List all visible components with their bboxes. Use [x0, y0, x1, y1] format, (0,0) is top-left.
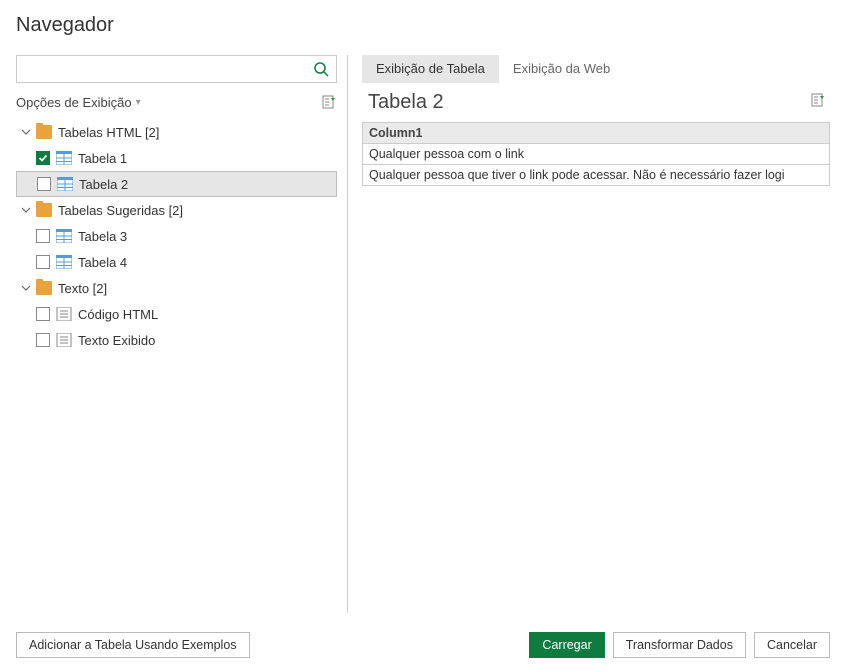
load-button[interactable]: Carregar: [529, 632, 604, 658]
search-icon[interactable]: [306, 56, 336, 82]
expander-icon: [20, 204, 32, 216]
table-row[interactable]: Qualquer pessoa que tiver o link pode ac…: [363, 165, 830, 186]
refresh-preview-icon[interactable]: [810, 92, 826, 113]
table-icon: [56, 255, 72, 269]
cancel-button[interactable]: Cancelar: [754, 632, 830, 658]
expander-icon: [20, 282, 32, 294]
tree-item[interactable]: Tabela 2: [16, 171, 337, 197]
tree-item-checkbox[interactable]: [36, 229, 50, 243]
navigator-pane: Opções de Exibição ▾ Tabelas HTML [2]Tab…: [16, 55, 337, 613]
text-icon: [56, 307, 72, 321]
tree-item-label: Texto Exibido: [78, 333, 155, 348]
tree-group-header[interactable]: Tabelas Sugeridas [2]: [16, 197, 337, 223]
tree-item-label: Tabela 4: [78, 255, 127, 270]
dialog-title: Navegador: [16, 14, 830, 37]
text-icon: [56, 333, 72, 347]
tree-item-label: Tabela 1: [78, 151, 127, 166]
expander-icon: [20, 126, 32, 138]
tree-item-label: Tabela 3: [78, 229, 127, 244]
preview-title: Tabela 2: [366, 91, 444, 114]
table-cell: Qualquer pessoa com o link: [363, 144, 830, 165]
preview-table: Column1Qualquer pessoa com o linkQualque…: [362, 122, 830, 186]
add-table-button[interactable]: Adicionar a Tabela Usando Exemplos: [16, 632, 250, 658]
table-row[interactable]: Qualquer pessoa com o link: [363, 144, 830, 165]
tree-item[interactable]: Texto Exibido: [16, 327, 337, 353]
preview-pane: Exibição de TabelaExibição da Web Tabela…: [362, 55, 830, 613]
tree-item-checkbox[interactable]: [36, 151, 50, 165]
pane-divider: [347, 55, 348, 613]
display-options-label: Opções de Exibição: [16, 95, 132, 110]
tree-group-header[interactable]: Texto [2]: [16, 275, 337, 301]
table-cell: Qualquer pessoa que tiver o link pode ac…: [363, 165, 830, 186]
tree-item-checkbox[interactable]: [36, 255, 50, 269]
table-icon: [57, 177, 73, 191]
transform-data-button[interactable]: Transformar Dados: [613, 632, 746, 658]
tree-item-checkbox[interactable]: [36, 333, 50, 347]
table-icon: [56, 229, 72, 243]
dialog-footer: Adicionar a Tabela Usando Exemplos Carre…: [16, 632, 830, 658]
tree-item-label: Tabela 2: [79, 177, 128, 192]
preview-tab[interactable]: Exibição da Web: [499, 55, 624, 83]
tree-item[interactable]: Tabela 3: [16, 223, 337, 249]
folder-icon: [36, 203, 52, 217]
table-icon: [56, 151, 72, 165]
folder-icon: [36, 125, 52, 139]
tree-item-label: Código HTML: [78, 307, 158, 322]
preview-tabs: Exibição de TabelaExibição da Web: [362, 55, 830, 83]
tree-item[interactable]: Tabela 4: [16, 249, 337, 275]
tree-item-checkbox[interactable]: [37, 177, 51, 191]
search-input[interactable]: [17, 56, 306, 82]
tree-item[interactable]: Código HTML: [16, 301, 337, 327]
display-options-dropdown[interactable]: Opções de Exibição ▾: [16, 95, 141, 110]
refresh-icon[interactable]: [321, 94, 337, 110]
tree-item-checkbox[interactable]: [36, 307, 50, 321]
folder-icon: [36, 281, 52, 295]
tree-group-header[interactable]: Tabelas HTML [2]: [16, 119, 337, 145]
tree-item[interactable]: Tabela 1: [16, 145, 337, 171]
tree-group-label: Tabelas Sugeridas [2]: [58, 203, 183, 218]
preview-tab[interactable]: Exibição de Tabela: [362, 55, 499, 83]
search-box[interactable]: [16, 55, 337, 83]
tree-group-label: Texto [2]: [58, 281, 107, 296]
main-area: Opções de Exibição ▾ Tabelas HTML [2]Tab…: [16, 55, 830, 613]
tree-group-label: Tabelas HTML [2]: [58, 125, 159, 140]
navigator-tree: Tabelas HTML [2] Tabela 1 Tabela 2 Tabelas …: [16, 119, 337, 353]
column-header[interactable]: Column1: [363, 123, 830, 144]
chevron-down-icon: ▾: [136, 97, 141, 108]
